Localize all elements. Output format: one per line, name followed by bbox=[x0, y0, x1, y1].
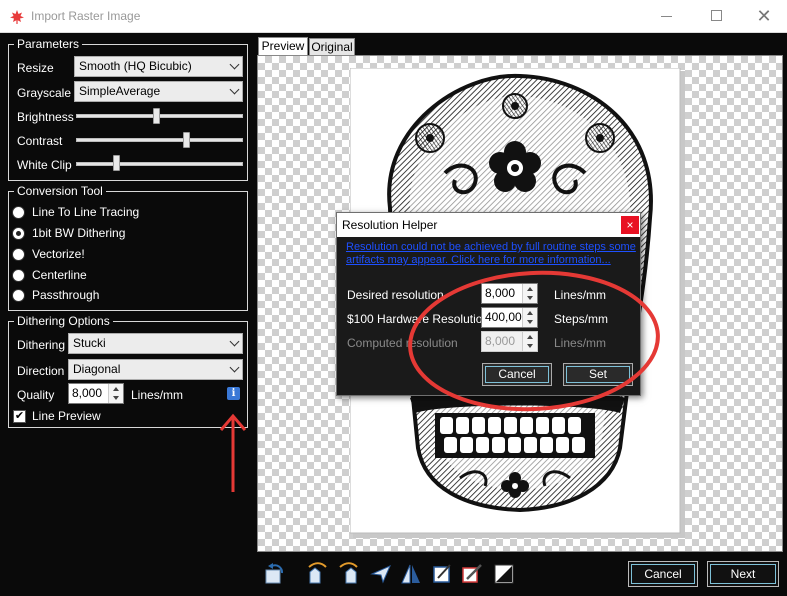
contrast-slider[interactable] bbox=[183, 132, 191, 148]
next-button[interactable]: Next bbox=[707, 561, 779, 587]
next-button-label: Next bbox=[710, 564, 776, 584]
mirror-icon[interactable] bbox=[399, 562, 423, 586]
direction-select[interactable]: Diagonal bbox=[68, 359, 243, 380]
reset-icon[interactable] bbox=[262, 562, 286, 586]
rotate-icon[interactable] bbox=[369, 562, 393, 586]
annotation-arrow-icon bbox=[219, 413, 247, 492]
title-bar: Import Raster Image ✕ bbox=[0, 0, 787, 33]
quality-input[interactable]: 8,000 bbox=[68, 383, 124, 404]
dithering-options-group-title: Dithering Options bbox=[14, 314, 113, 328]
color-picker-icon[interactable] bbox=[460, 562, 484, 586]
chevron-down-icon bbox=[229, 362, 240, 373]
resolution-info-link[interactable]: Resolution could not be achieved by full… bbox=[346, 241, 636, 267]
spinner-icon[interactable] bbox=[108, 384, 123, 403]
resize-select-value: Smooth (HQ Bicubic) bbox=[79, 59, 192, 73]
invert-icon[interactable] bbox=[492, 562, 516, 586]
teeth bbox=[435, 413, 595, 458]
app-logo-icon bbox=[10, 10, 24, 24]
line-preview-label: Line Preview bbox=[32, 409, 101, 423]
quality-input-value: 8,000 bbox=[72, 386, 103, 400]
radio-button[interactable] bbox=[12, 206, 25, 219]
grayscale-select[interactable]: SimpleAverage bbox=[74, 81, 243, 102]
annotation-circle-icon bbox=[408, 270, 660, 412]
radio-button-checked[interactable] bbox=[12, 227, 25, 240]
quality-unit: Lines/mm bbox=[131, 388, 184, 402]
white-clip-slider[interactable] bbox=[113, 155, 120, 171]
conversion-option-label: Line To Line Tracing bbox=[32, 205, 140, 219]
chevron-down-icon bbox=[229, 84, 240, 95]
parameters-group-title: Parameters bbox=[14, 37, 83, 51]
white-clip-track bbox=[76, 162, 243, 166]
dithering-select[interactable]: Stucki bbox=[68, 333, 243, 354]
maximize-icon[interactable] bbox=[707, 6, 727, 26]
crop-icon[interactable] bbox=[430, 562, 454, 586]
contrast-label: Contrast bbox=[17, 134, 63, 148]
grayscale-label: Grayscale bbox=[17, 86, 72, 100]
chevron-down-icon bbox=[229, 336, 240, 347]
direction-label: Direction bbox=[17, 364, 65, 378]
flip-vertical-icon[interactable] bbox=[337, 562, 361, 586]
contrast-track bbox=[76, 138, 243, 142]
close-icon[interactable]: ✕ bbox=[754, 6, 774, 26]
radio-button[interactable] bbox=[12, 248, 25, 261]
conversion-option-label: Vectorize! bbox=[32, 247, 85, 261]
tab-preview[interactable]: Preview bbox=[258, 37, 308, 56]
resize-select[interactable]: Smooth (HQ Bicubic) bbox=[74, 56, 243, 77]
dithering-select-value: Stucki bbox=[73, 336, 106, 350]
flip-horizontal-icon[interactable] bbox=[305, 562, 329, 586]
line-preview-checkbox[interactable]: ✔ bbox=[13, 410, 26, 423]
direction-select-value: Diagonal bbox=[73, 362, 121, 376]
quality-label: Quality bbox=[17, 388, 55, 402]
radio-button[interactable] bbox=[12, 289, 25, 302]
brightness-label: Brightness bbox=[17, 110, 74, 124]
chevron-down-icon bbox=[229, 59, 240, 70]
conversion-option-label: 1bit BW Dithering bbox=[32, 226, 126, 240]
white-clip-label: White Clip bbox=[17, 158, 72, 172]
cancel-button[interactable]: Cancel bbox=[628, 561, 698, 587]
info-icon[interactable]: i bbox=[227, 387, 240, 400]
conversion-tool-group-title: Conversion Tool bbox=[14, 184, 106, 198]
radio-button[interactable] bbox=[12, 269, 25, 282]
dithering-label: Dithering bbox=[17, 338, 66, 352]
minimize-icon[interactable] bbox=[657, 6, 677, 26]
cancel-button-label: Cancel bbox=[631, 564, 695, 584]
resize-label: Resize bbox=[17, 61, 54, 75]
window-title: Import Raster Image bbox=[31, 9, 141, 23]
brightness-slider[interactable] bbox=[153, 108, 160, 124]
dialog-title-bar: Resolution Helper × bbox=[337, 213, 640, 237]
grayscale-select-value: SimpleAverage bbox=[79, 84, 161, 98]
conversion-option-label: Passthrough bbox=[32, 288, 100, 302]
dialog-close-icon[interactable]: × bbox=[621, 216, 639, 234]
dialog-title: Resolution Helper bbox=[342, 218, 438, 232]
conversion-option-label: Centerline bbox=[32, 268, 87, 282]
